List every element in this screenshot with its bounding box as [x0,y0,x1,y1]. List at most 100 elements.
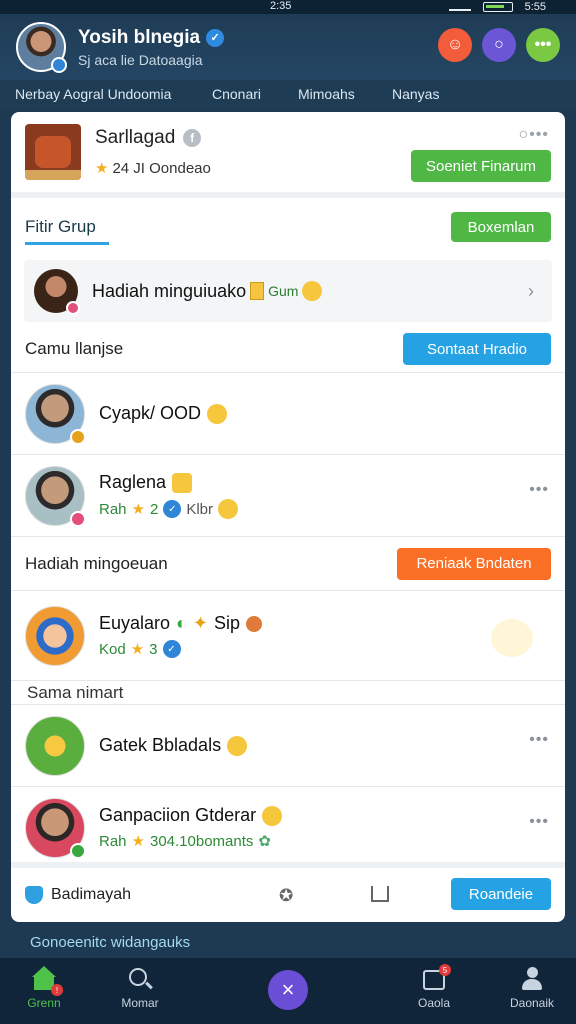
row-meta-count: 304.10bomants [149,832,254,850]
star-icon: ★ [131,501,145,518]
list-item[interactable]: Cyapk/ OOD [11,372,565,454]
tab-chat[interactable]: Cnonari [212,86,261,102]
avatar[interactable] [16,22,67,73]
emoji-icon [302,281,323,301]
badge-icon [70,842,86,859]
list-item[interactable]: Gatek Bbladals ••• [11,704,565,786]
avatar [34,269,80,315]
cat-emoji-icon [172,472,193,493]
tab-names[interactable]: Nanyas [392,86,439,102]
badge-icon [70,510,86,527]
section-hadiah: Hadiah mingoeuan Reniaak Bndaten [11,536,565,590]
footer-action-button[interactable]: Roandeie [451,878,551,910]
battery-icon [482,2,513,12]
section-camu-button[interactable]: Sontaat Hradio [403,333,551,365]
row-meta-extra: Klbr [186,500,214,518]
section-sama: Sama nimart [11,680,565,704]
sparkle-icon: ✦ [192,613,209,633]
more-icon[interactable]: ••• [529,813,549,831]
status-battery: 5:55 [524,1,546,13]
list-item[interactable]: Raglena Rah ★ 2 ✓ Klbr ••• [11,454,565,536]
nav-label: Daonaik [509,996,555,1010]
section-title: Sama nimart [27,682,124,702]
nav-search[interactable]: Momar [100,966,180,1010]
avatar [25,797,86,859]
group-thumbnail[interactable] [25,124,81,180]
nav-label: Grenn [27,996,61,1010]
list-item[interactable]: Ganpaciion Gtderar Rah ★ 304.10bomants ✿… [11,786,565,868]
row-meta-count: 3 [149,640,158,658]
fitur-title: Fitir Grup [25,217,109,245]
emoji-icon [207,403,228,424]
row-name: Cyapk/ OOD [99,403,202,423]
more-button[interactable]: ••• [526,28,560,62]
person-icon [519,966,545,992]
section-title: Hadiah mingoeuan [25,553,168,573]
shield-icon [25,886,43,904]
compose-button[interactable]: × [268,970,308,1010]
section-camu: Camu llanjse Sontaat Hradio [11,326,565,372]
group-meta: 24 JI Oondeao [112,159,211,177]
row-meta-count: 2 [149,500,159,518]
group-action-button[interactable]: Soeniet Finarum [411,150,551,182]
star-icon: ★ [130,641,145,658]
row-name: Raglena [99,472,167,492]
fitur-button[interactable]: Boxemlan [451,212,551,242]
badge-icon [70,428,86,445]
below-card-text[interactable]: Gonoeenitc widangauks [30,934,190,951]
tab-media[interactable]: Mimoahs [298,86,355,102]
highlight-gum: Gum [268,283,299,299]
group-title: Sarllagad [95,127,176,148]
nav-home[interactable]: ! Grenn [4,966,84,1010]
tab-bar: Nerbay Aogral Undoomia Cnonari Mimoahs N… [0,80,576,110]
avatar [25,715,85,776]
row-name: Ganpaciion Gtderar [99,805,257,825]
nav-label: Momar [121,996,159,1010]
row-meta-label: Rah [99,832,127,850]
notification-button[interactable]: ☺ [438,28,472,62]
checklist-icon: 5 [421,964,451,992]
nav-tasks[interactable]: 5 Oaola [394,964,474,1010]
highlight-text: Hadiah minguiuako [92,280,247,301]
emoji-icon [218,499,239,519]
list-item[interactable]: Euyalaro ◐ ✦ Sip Kod ★ 3 ✓ [11,590,565,680]
notification-dot-icon: ! [51,984,63,996]
profile-name: Yosih blnegia [78,26,201,48]
profile-subtitle: Sj aca lie Datoaagia [78,51,203,68]
home-icon: ! [31,966,63,996]
more-icon[interactable]: ••• [529,731,549,749]
card-footer: Badimayah ✪ Roandeie [11,862,565,922]
highlight-item[interactable]: Hadiah minguiuako Gum › [24,260,552,322]
verified-icon: ✓ [162,640,181,658]
fitur-section: Fitir Grup Boxemlan [11,198,565,256]
share-icon[interactable]: ✪ [279,886,293,906]
signal-icon [448,3,471,11]
more-icon[interactable]: ○••• [519,126,549,144]
nav-profile[interactable]: Daonaik [492,966,572,1010]
row-name: Euyalaro [99,613,171,633]
info-icon[interactable]: f [183,129,202,147]
box-icon [250,282,265,300]
verified-icon: ✓ [206,28,225,47]
notification-dot-icon: 5 [439,964,451,976]
footer-label: Badimayah [51,886,132,903]
star-icon: ★ [95,160,109,177]
row-meta-label: Rah [99,500,127,518]
emoji-icon [227,735,248,756]
upload-icon[interactable] [371,886,389,902]
more-icon[interactable]: ••• [529,481,549,499]
section-hadiah-button[interactable]: Reniaak Bndaten [397,547,551,580]
search-button[interactable]: ○ [482,28,516,62]
gem-icon: ✿ [258,833,271,850]
row-name: Gatek Bbladals [99,735,222,755]
tab-groups[interactable]: Nerbay Aogral Undoomia [15,86,171,102]
emoji-icon [262,805,283,826]
chevron-right-icon: › [528,280,534,301]
avatar [25,465,86,527]
verified-icon: ✓ [163,500,182,518]
glow-icon [491,619,533,657]
emoji-icon [246,615,263,632]
bottom-nav: ! Grenn Momar × 5 Oaola Daonaik [0,958,576,1024]
badge-icon [66,301,80,315]
section-title: Camu llanjse [25,339,124,358]
